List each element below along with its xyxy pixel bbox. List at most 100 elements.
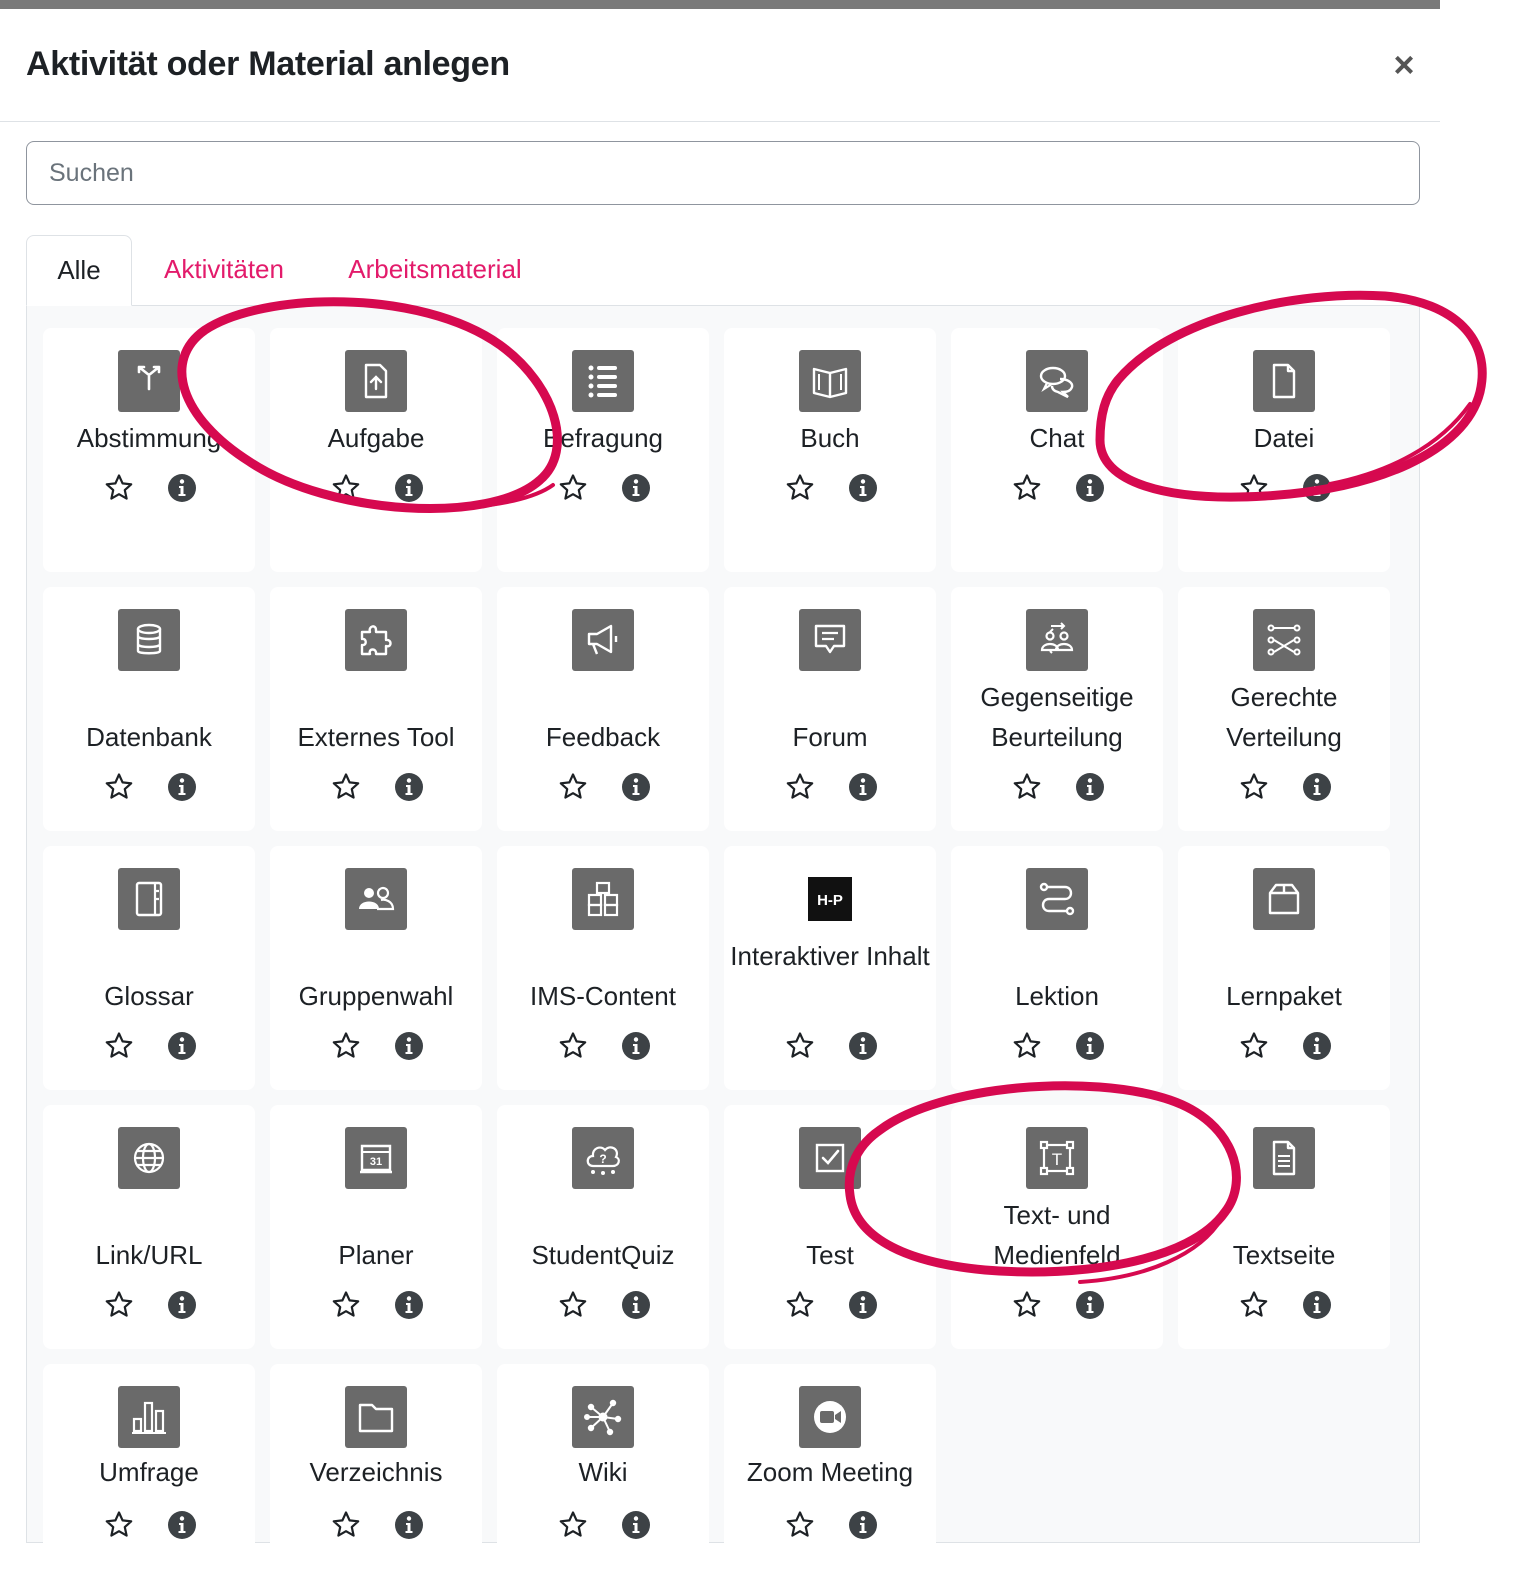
module-card-1[interactable]: Abstimmung	[43, 328, 255, 572]
tab-resources[interactable]: Arbeitsmaterial	[322, 235, 548, 306]
star-icon[interactable]	[330, 1289, 362, 1321]
star-icon[interactable]	[557, 472, 589, 504]
info-icon[interactable]	[620, 1509, 652, 1541]
tab-bar: Alle Aktivitäten Arbeitsmaterial	[26, 235, 1420, 306]
info-icon[interactable]	[393, 1030, 425, 1062]
star-icon[interactable]	[1011, 472, 1043, 504]
assignment-icon	[345, 350, 407, 412]
module-card-25[interactable]: Umfrage	[43, 1364, 255, 1567]
info-icon[interactable]	[166, 771, 198, 803]
module-label: Planer	[338, 1240, 414, 1270]
studentquiz-icon: ?	[572, 1127, 634, 1189]
module-card-15[interactable]: IMS-Content	[497, 846, 709, 1090]
star-icon[interactable]	[103, 1289, 135, 1321]
info-icon[interactable]	[620, 472, 652, 504]
module-card-14[interactable]: Gruppenwahl	[270, 846, 482, 1090]
module-card-26[interactable]: Verzeichnis	[270, 1364, 482, 1567]
module-card-24[interactable]: Textseite	[1178, 1105, 1390, 1349]
star-icon[interactable]	[784, 472, 816, 504]
star-icon[interactable]	[103, 1509, 135, 1541]
module-label: Lektion	[1015, 981, 1099, 1011]
star-icon[interactable]	[1238, 472, 1270, 504]
star-icon[interactable]	[784, 1030, 816, 1062]
info-icon[interactable]	[847, 1289, 879, 1321]
module-card-6[interactable]: Datei	[1178, 328, 1390, 572]
glossary-icon	[118, 868, 180, 930]
module-card-8[interactable]: Externes Tool	[270, 587, 482, 831]
module-card-18[interactable]: Lernpaket	[1178, 846, 1390, 1090]
module-card-20[interactable]: 31 Planer	[270, 1105, 482, 1349]
info-icon[interactable]	[393, 472, 425, 504]
module-card-19[interactable]: Link/URL	[43, 1105, 255, 1349]
info-icon[interactable]	[1074, 771, 1106, 803]
star-icon[interactable]	[784, 771, 816, 803]
star-icon[interactable]	[330, 771, 362, 803]
megaphone-icon	[572, 609, 634, 671]
svg-text:T: T	[1052, 1150, 1062, 1169]
star-icon[interactable]	[784, 1289, 816, 1321]
star-icon[interactable]	[1238, 771, 1270, 803]
module-card-27[interactable]: Wiki	[497, 1364, 709, 1567]
module-card-12[interactable]: Gerechte Verteilung	[1178, 587, 1390, 831]
star-icon[interactable]	[103, 1030, 135, 1062]
module-label: Externes Tool	[297, 722, 455, 752]
star-icon[interactable]	[557, 1289, 589, 1321]
module-card-3[interactable]: Befragung	[497, 328, 709, 572]
star-icon[interactable]	[330, 1030, 362, 1062]
info-icon[interactable]	[393, 1289, 425, 1321]
star-icon[interactable]	[1238, 1289, 1270, 1321]
info-icon[interactable]	[620, 771, 652, 803]
module-card-17[interactable]: Lektion	[951, 846, 1163, 1090]
star-icon[interactable]	[557, 1030, 589, 1062]
star-icon[interactable]	[1011, 1030, 1043, 1062]
module-card-4[interactable]: Buch	[724, 328, 936, 572]
info-icon[interactable]	[1301, 771, 1333, 803]
module-card-23[interactable]: T Text- und Medienfeld	[951, 1105, 1163, 1349]
star-icon[interactable]	[103, 472, 135, 504]
info-icon[interactable]	[847, 1030, 879, 1062]
tab-activities[interactable]: Aktivitäten	[136, 235, 312, 306]
info-icon[interactable]	[1074, 1030, 1106, 1062]
info-icon[interactable]	[847, 472, 879, 504]
info-icon[interactable]	[1301, 472, 1333, 504]
module-card-7[interactable]: Datenbank	[43, 587, 255, 831]
module-card-16[interactable]: H-P Interaktiver Inhalt	[724, 846, 936, 1090]
module-card-11[interactable]: Gegenseitige Beurteilung	[951, 587, 1163, 831]
info-icon[interactable]	[1074, 1289, 1106, 1321]
star-icon[interactable]	[1011, 771, 1043, 803]
info-icon[interactable]	[620, 1289, 652, 1321]
star-icon[interactable]	[330, 472, 362, 504]
module-card-13[interactable]: Glossar	[43, 846, 255, 1090]
module-card-10[interactable]: Forum	[724, 587, 936, 831]
info-icon[interactable]	[847, 1509, 879, 1541]
module-card-28[interactable]: Zoom Meeting	[724, 1364, 936, 1567]
star-icon[interactable]	[1238, 1030, 1270, 1062]
module-card-5[interactable]: Chat	[951, 328, 1163, 572]
scorm-package-icon	[1253, 868, 1315, 930]
module-card-21[interactable]: ? StudentQuiz	[497, 1105, 709, 1349]
close-button[interactable]: ×	[1384, 45, 1424, 85]
info-icon[interactable]	[166, 1030, 198, 1062]
info-icon[interactable]	[847, 771, 879, 803]
module-label: Befragung	[543, 423, 663, 453]
info-icon[interactable]	[166, 472, 198, 504]
info-icon[interactable]	[166, 1289, 198, 1321]
module-card-9[interactable]: Feedback	[497, 587, 709, 831]
info-icon[interactable]	[393, 771, 425, 803]
info-icon[interactable]	[1074, 472, 1106, 504]
module-card-2[interactable]: Aufgabe	[270, 328, 482, 572]
info-icon[interactable]	[166, 1509, 198, 1541]
star-icon[interactable]	[557, 1509, 589, 1541]
star-icon[interactable]	[330, 1509, 362, 1541]
info-icon[interactable]	[1301, 1289, 1333, 1321]
star-icon[interactable]	[784, 1509, 816, 1541]
info-icon[interactable]	[620, 1030, 652, 1062]
star-icon[interactable]	[557, 771, 589, 803]
info-icon[interactable]	[1301, 1030, 1333, 1062]
star-icon[interactable]	[103, 771, 135, 803]
search-input[interactable]	[26, 141, 1420, 205]
info-icon[interactable]	[393, 1509, 425, 1541]
star-icon[interactable]	[1011, 1289, 1043, 1321]
tab-all[interactable]: Alle	[26, 235, 132, 306]
module-card-22[interactable]: Test	[724, 1105, 936, 1349]
